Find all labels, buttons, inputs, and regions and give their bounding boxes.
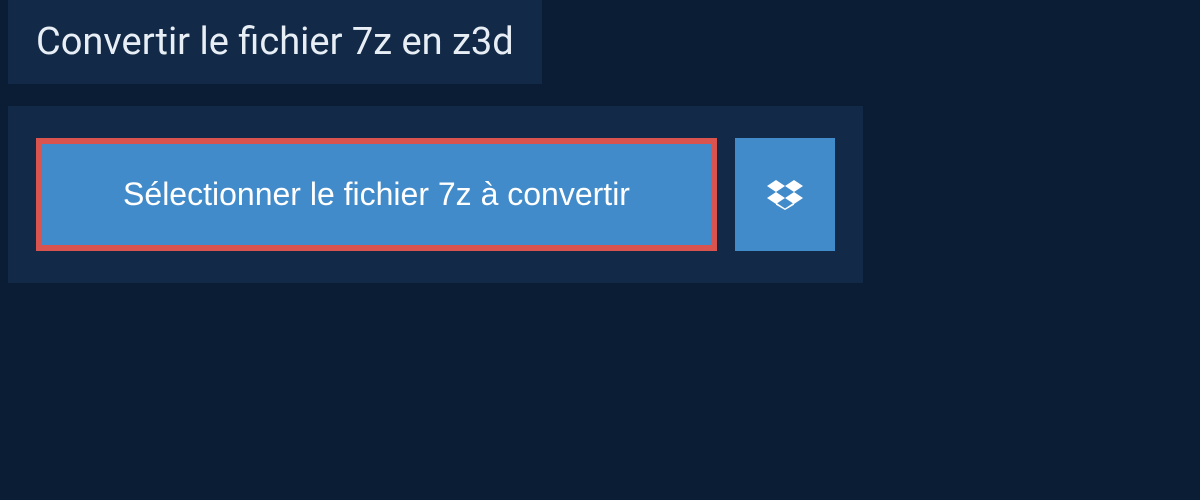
select-file-button[interactable]: Sélectionner le fichier 7z à convertir (36, 138, 717, 251)
page-title: Convertir le fichier 7z en z3d (36, 20, 514, 64)
dropbox-icon (767, 177, 803, 213)
upload-panel: Sélectionner le fichier 7z à convertir (8, 106, 863, 283)
header-bar: Convertir le fichier 7z en z3d (8, 0, 542, 84)
select-file-label: Sélectionner le fichier 7z à convertir (123, 176, 630, 213)
dropbox-button[interactable] (735, 138, 835, 251)
